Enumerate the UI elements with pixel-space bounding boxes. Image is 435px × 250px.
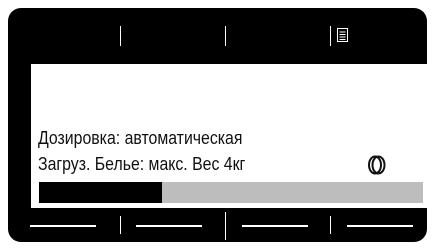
progress-bar <box>39 182 423 203</box>
softkey-4-indicator[interactable] <box>347 225 413 227</box>
dosage-status-text: Дозировка: автоматическая <box>38 128 243 148</box>
softkey-divider <box>225 26 226 46</box>
menu-list-icon[interactable] <box>337 28 348 42</box>
top-softkey-bar <box>8 8 427 64</box>
softkey-divider <box>330 26 331 46</box>
load-status-text: Загруз. Белье: макс. Вес 4кг <box>38 154 246 174</box>
drum-load-icon <box>368 155 386 175</box>
softkey-divider <box>120 26 121 46</box>
softkey-1-indicator[interactable] <box>30 225 96 227</box>
lcd-screen: Дозировка: автоматическая Загруз. Белье:… <box>31 64 427 208</box>
softkey-divider <box>120 216 121 234</box>
appliance-display: Дозировка: автоматическая Загруз. Белье:… <box>8 8 427 242</box>
softkey-3-indicator[interactable] <box>242 225 308 227</box>
softkey-divider <box>225 212 226 240</box>
progress-fill <box>39 182 162 203</box>
softkey-divider <box>330 216 331 234</box>
bottom-softkey-bar <box>8 208 427 242</box>
softkey-2-indicator[interactable] <box>136 225 202 227</box>
